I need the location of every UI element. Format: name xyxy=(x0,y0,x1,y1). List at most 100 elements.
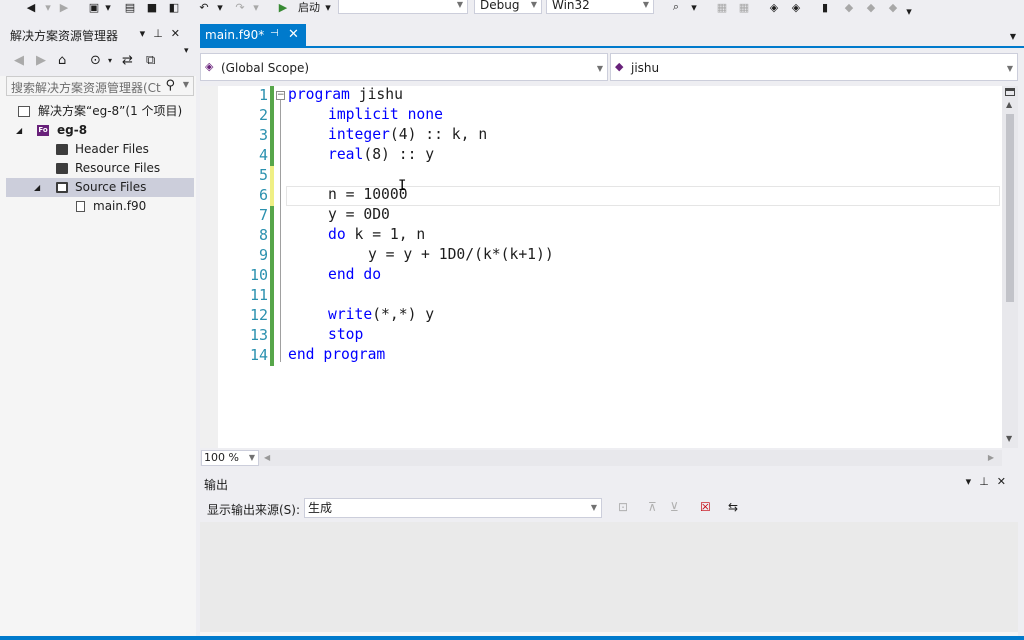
editor-vertical-scrollbar[interactable]: ▲ ▼ xyxy=(1002,86,1018,448)
tab-main-f90[interactable]: main.f90* ⊣ ✕ xyxy=(200,24,306,46)
tab-list-dropdown-icon[interactable]: ▼ xyxy=(1010,32,1016,41)
chevron-down-icon: ▼ xyxy=(590,503,597,512)
forward-icon[interactable]: ▶ xyxy=(56,0,72,14)
find-dropdown-icon[interactable]: ▾ xyxy=(690,0,698,14)
output-title: 输出 xyxy=(204,478,229,492)
scroll-right-icon[interactable]: ▶ xyxy=(988,453,994,462)
collapse-region-icon[interactable]: − xyxy=(276,91,285,100)
find-in-files-icon[interactable]: ⌕ xyxy=(668,0,684,14)
close-icon[interactable]: ✕ xyxy=(171,27,188,40)
platform-combo[interactable]: Win32 ▼ xyxy=(546,0,654,14)
new-project-dropdown-icon[interactable]: ▾ xyxy=(104,0,112,14)
code-line-13: stop xyxy=(328,326,364,343)
expand-arrow-icon[interactable]: ◢ xyxy=(34,178,40,197)
code-line-8: do k = 1, n xyxy=(328,226,426,243)
close-icon[interactable]: ✕ xyxy=(997,475,1014,488)
scope-icon: ◈ xyxy=(205,60,214,73)
code-line-3: integer(4) :: k, n xyxy=(328,126,488,143)
output-source-dropdown[interactable]: 生成 ▼ xyxy=(304,498,602,518)
clear-all-icon[interactable]: ☒ xyxy=(700,500,711,514)
scroll-up-icon[interactable]: ▲ xyxy=(1006,100,1012,109)
toolbar-overflow-icon[interactable]: ▾ xyxy=(904,4,914,18)
pending-changes-filter-icon[interactable]: ⊙ xyxy=(90,53,101,68)
bookmark-icon[interactable]: ▮ xyxy=(818,0,832,14)
redo-dropdown-icon[interactable]: ▾ xyxy=(252,0,260,14)
tree-item-project[interactable]: ◢ Fo eg-8 xyxy=(6,121,194,140)
solution-config-combo[interactable]: ▼ xyxy=(338,0,468,14)
open-file-icon[interactable]: ▤ xyxy=(122,0,138,14)
code-editor[interactable]: − 1 2 3 4 5 6 7 8 9 10 11 12 13 14 progr… xyxy=(200,86,1002,448)
sync-icon[interactable]: ⇄ xyxy=(122,53,133,68)
editor-horizontal-scrollbar[interactable]: 100 % ▼ ◀ ▶ xyxy=(200,450,1002,466)
debug-config-combo[interactable]: Debug ▼ xyxy=(474,0,542,14)
save-all-icon[interactable]: ◧ xyxy=(166,0,182,14)
panel-options-icon[interactable]: ▾ xyxy=(966,475,980,488)
comment-icon[interactable]: ▦ xyxy=(714,0,730,14)
collapse-all-icon[interactable]: ⧉ xyxy=(146,53,155,68)
save-icon[interactable]: ■ xyxy=(144,0,160,14)
previous-message-icon[interactable]: ⊼ xyxy=(648,500,657,514)
split-window-icon[interactable] xyxy=(1005,88,1015,96)
toggle-bookmark-icon[interactable]: ◈ xyxy=(766,0,782,14)
tree-item-main-f90[interactable]: main.f90 xyxy=(6,197,194,216)
scope-value: (Global Scope) xyxy=(221,61,310,75)
program-icon: ◆ xyxy=(615,60,624,73)
expand-arrow-icon[interactable]: ◢ xyxy=(16,121,22,140)
folder-icon xyxy=(56,163,68,174)
output-toolbar: 显示输出来源(S): 生成 ▼ ⊡ ⊼ ⊻ ☒ ⇆ xyxy=(200,494,1018,522)
indicator-margin[interactable] xyxy=(200,86,218,448)
undo-dropdown-icon[interactable]: ▾ xyxy=(216,0,224,14)
code-line-2: implicit none xyxy=(328,106,443,123)
back-icon[interactable]: ◀ xyxy=(22,0,40,14)
new-project-icon[interactable]: ▣ xyxy=(86,0,102,14)
panel-options-icon[interactable]: ▾ xyxy=(140,27,154,40)
uncomment-icon[interactable]: ▦ xyxy=(736,0,752,14)
line-number: 7 xyxy=(258,206,268,224)
forward-icon[interactable]: ▶ xyxy=(36,53,46,68)
line-number: 6 xyxy=(258,186,268,204)
scrollbar-thumb[interactable] xyxy=(1006,114,1014,302)
solution-search-input[interactable]: 搜索解决方案资源管理器(Ct ⚲ ▼ xyxy=(6,76,194,96)
output-text-area[interactable] xyxy=(200,522,1018,632)
pin-icon[interactable]: ⊥ xyxy=(979,475,997,488)
bookmark-next-icon[interactable]: ◆ xyxy=(842,0,856,14)
redo-icon[interactable]: ↷ xyxy=(232,0,248,14)
close-tab-icon[interactable]: ✕ xyxy=(288,27,299,42)
scroll-down-icon[interactable]: ▼ xyxy=(1006,434,1012,443)
pin-icon[interactable]: ⊥ xyxy=(153,27,171,40)
clear-bookmarks-icon[interactable]: ◆ xyxy=(886,0,900,14)
chevron-down-icon: ▼ xyxy=(456,0,463,9)
bookmark-prev-icon[interactable]: ◈ xyxy=(788,0,804,14)
tree-item-header-files[interactable]: Header Files xyxy=(6,140,194,159)
search-options-icon[interactable]: ▼ xyxy=(183,80,189,89)
solution-explorer-title: 解决方案资源管理器 xyxy=(10,29,119,43)
back-dropdown-icon[interactable]: ▾ xyxy=(44,0,52,14)
solution-explorer-title-bar: 解决方案资源管理器 ▾⊥✕ xyxy=(0,24,196,46)
start-button-label[interactable]: 启动 xyxy=(294,0,324,14)
tree-item-solution[interactable]: 解决方案“eg-8”(1 个项目) xyxy=(6,102,194,121)
bookmark-folder-icon[interactable]: ◆ xyxy=(864,0,878,14)
tree-item-resource-files[interactable]: Resource Files xyxy=(6,159,194,178)
next-message-icon[interactable]: ⊻ xyxy=(670,500,679,514)
code-line-14: end program xyxy=(288,346,386,363)
toolbar-overflow-icon[interactable]: ▾ xyxy=(184,46,189,56)
solution-explorer-toolbar: ◀ ▶ ⌂ ⊙ ▾ ⇄ ⧉ ▾ xyxy=(0,46,196,76)
chevron-down-icon: ▼ xyxy=(596,64,603,73)
home-icon[interactable]: ⌂ xyxy=(58,53,66,68)
search-icon[interactable]: ⚲ xyxy=(165,78,175,93)
back-icon[interactable]: ◀ xyxy=(14,53,24,68)
start-dropdown-icon[interactable]: ▾ xyxy=(324,0,332,14)
start-debug-icon[interactable]: ▶ xyxy=(276,0,290,14)
undo-icon[interactable]: ↶ xyxy=(196,0,212,14)
solution-explorer-panel: 解决方案资源管理器 ▾⊥✕ ◀ ▶ ⌂ ⊙ ▾ ⇄ ⧉ ▾ 搜索解决方案资源管理… xyxy=(0,24,196,636)
member-dropdown[interactable]: ◆ jishu ▼ xyxy=(610,53,1018,81)
find-message-icon[interactable]: ⊡ xyxy=(618,500,628,514)
zoom-level-combo[interactable]: 100 % ▼ xyxy=(201,450,259,466)
line-number: 1 xyxy=(258,86,268,104)
word-wrap-icon[interactable]: ⇆ xyxy=(728,500,738,514)
scope-dropdown[interactable]: ◈ (Global Scope) ▼ xyxy=(200,53,608,81)
scroll-left-icon[interactable]: ◀ xyxy=(264,453,270,462)
tree-item-source-files[interactable]: ◢ Source Files xyxy=(6,178,194,197)
filter-dropdown-icon[interactable]: ▾ xyxy=(108,56,112,65)
pin-tab-icon[interactable]: ⊣ xyxy=(270,28,279,39)
